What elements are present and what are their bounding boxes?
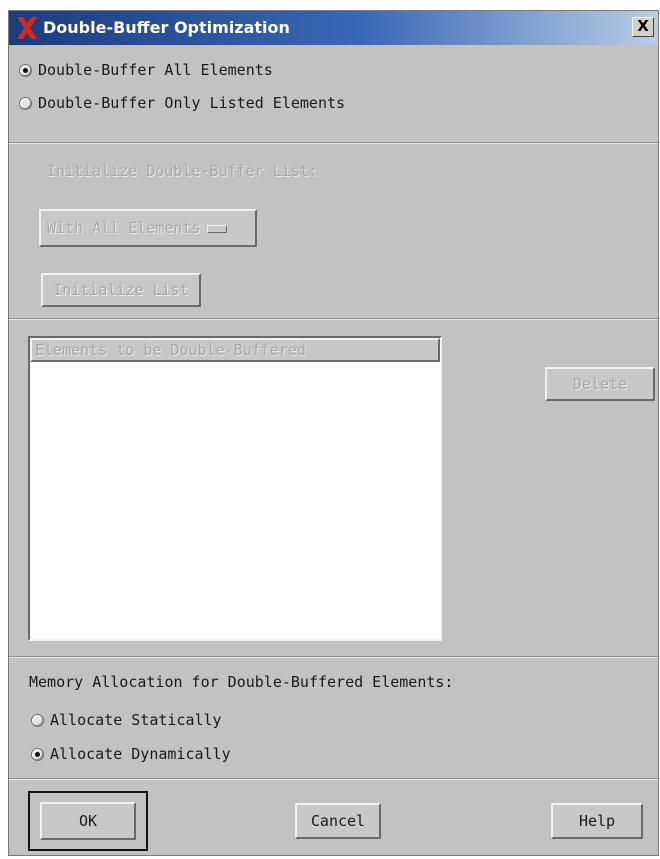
separator <box>9 778 658 780</box>
elements-list[interactable]: Elements to be Double-Buffered <box>28 336 442 641</box>
radio-all-elements[interactable]: Double-Buffer All Elements <box>19 58 273 82</box>
initialize-list-button-label: Initialize List <box>53 281 189 299</box>
ok-button-label: OK <box>78 812 98 830</box>
init-option-menu[interactable]: With All Elements <box>39 209 257 247</box>
radio-selected-icon[interactable] <box>31 747 44 761</box>
close-button[interactable]: X <box>632 17 654 37</box>
option-menu-indicator-icon <box>206 224 227 233</box>
radio-listed-elements[interactable]: Double-Buffer Only Listed Elements <box>19 91 345 115</box>
delete-button-label: Delete <box>572 375 628 393</box>
x-logo-icon <box>17 17 37 39</box>
help-button-label: Help <box>578 812 616 830</box>
radio-all-elements-label: Double-Buffer All Elements <box>38 61 273 79</box>
delete-button[interactable]: Delete <box>545 367 655 401</box>
radio-allocate-statically[interactable]: Allocate Statically <box>31 708 222 732</box>
separator <box>9 142 658 144</box>
memory-allocation-label: Memory Allocation for Double-Buffered El… <box>29 673 454 691</box>
radio-allocate-statically-label: Allocate Statically <box>50 711 222 729</box>
dialog-window: Double-Buffer Optimization X Double-Buff… <box>8 10 659 856</box>
radio-selected-icon[interactable] <box>19 63 32 77</box>
radio-unselected-icon[interactable] <box>19 96 32 110</box>
radio-allocate-dynamically-label: Allocate Dynamically <box>50 745 231 763</box>
radio-unselected-icon[interactable] <box>31 713 44 727</box>
radio-listed-elements-label: Double-Buffer Only Listed Elements <box>38 94 346 112</box>
init-option-menu-value: With All Elements <box>47 219 201 237</box>
initialize-list-button[interactable]: Initialize List <box>41 273 201 307</box>
cancel-button-label: Cancel <box>310 812 366 830</box>
separator <box>9 318 658 320</box>
elements-list-header: Elements to be Double-Buffered <box>30 338 440 362</box>
help-button[interactable]: Help <box>551 803 643 839</box>
ok-button[interactable]: OK <box>40 802 136 840</box>
close-icon: X <box>637 17 649 35</box>
title-bar[interactable]: Double-Buffer Optimization X <box>9 11 658 45</box>
cancel-button[interactable]: Cancel <box>295 803 381 839</box>
init-list-label: Initialize Double-Buffer List: <box>47 162 318 180</box>
separator <box>9 656 658 658</box>
radio-allocate-dynamically[interactable]: Allocate Dynamically <box>31 742 231 766</box>
window-title: Double-Buffer Optimization <box>43 18 290 37</box>
